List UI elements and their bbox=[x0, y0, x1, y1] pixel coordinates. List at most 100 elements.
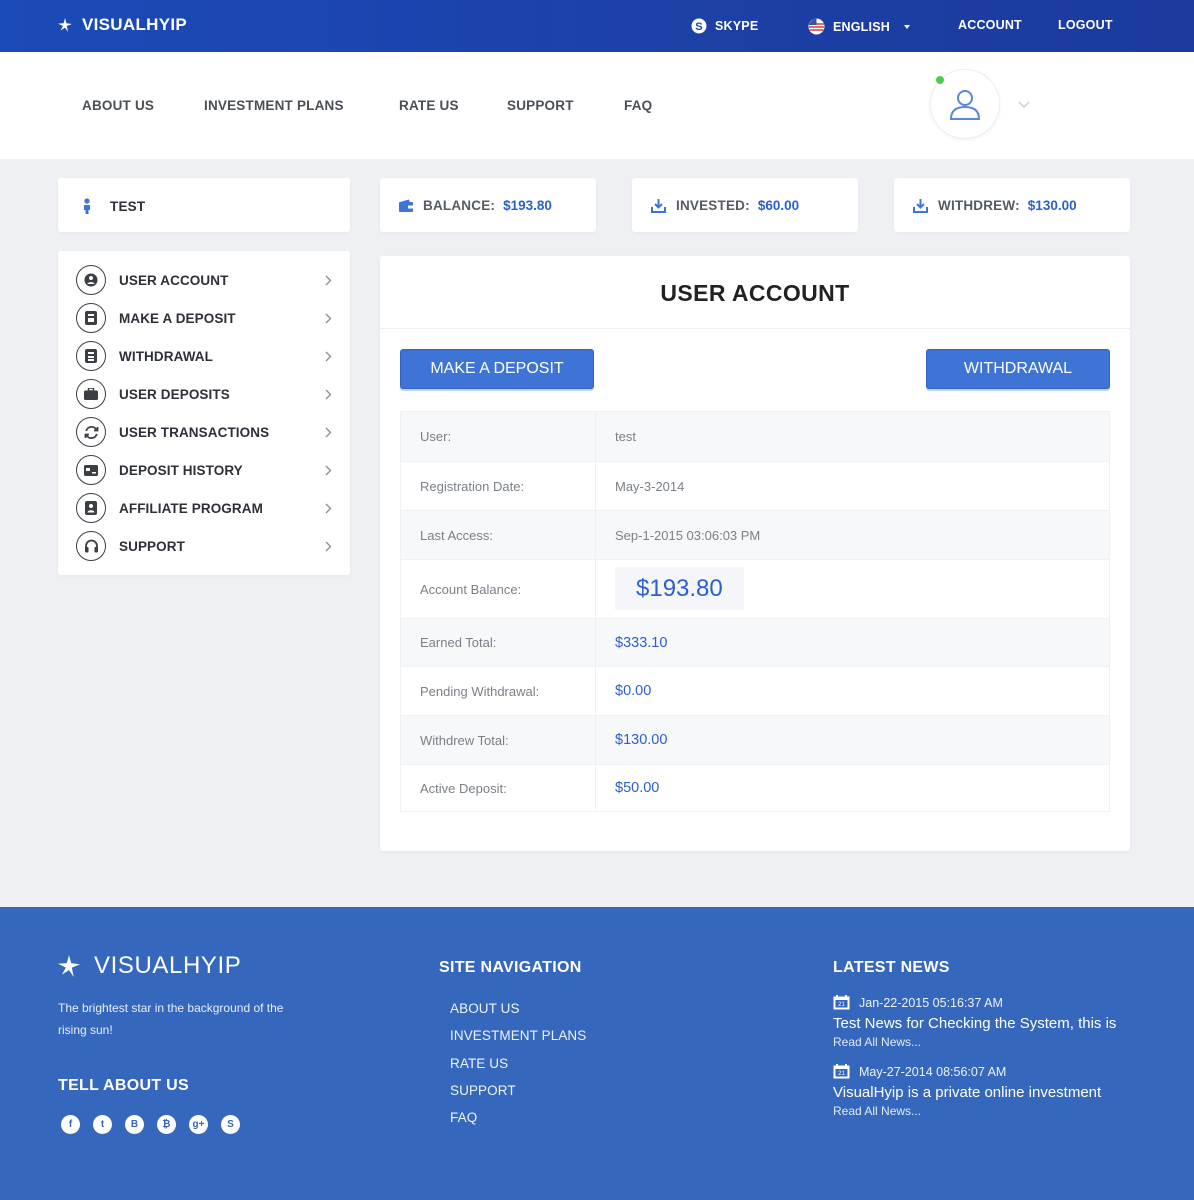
invested-card: INVESTED: $60.00 bbox=[632, 178, 858, 232]
affiliate-icon bbox=[76, 493, 106, 523]
google-plus-icon[interactable]: g+ bbox=[189, 1115, 208, 1134]
svg-text:21: 21 bbox=[838, 1002, 845, 1008]
news-title[interactable]: Test News for Checking the System, this … bbox=[833, 1015, 1163, 1032]
withdrawal-button[interactable]: WITHDRAWAL bbox=[926, 349, 1110, 389]
row-label: Earned Total: bbox=[401, 619, 596, 666]
nav-faq[interactable]: FAQ bbox=[624, 98, 652, 113]
chevron-right-icon bbox=[325, 503, 332, 514]
sidebar-item-label: AFFILIATE PROGRAM bbox=[119, 500, 263, 516]
footer-link-investment-plans[interactable]: INVESTMENT PLANS bbox=[450, 1028, 586, 1055]
facebook-icon[interactable]: f bbox=[61, 1115, 80, 1134]
skype-icon: S bbox=[691, 18, 707, 34]
sidebar-item-user-deposits[interactable]: USER DEPOSITS bbox=[76, 375, 332, 413]
online-status-dot bbox=[936, 76, 944, 84]
row-label: Active Deposit: bbox=[401, 765, 596, 811]
chevron-down-icon[interactable] bbox=[1017, 100, 1031, 109]
table-row: Withdrew Total: $130.00 bbox=[401, 715, 1109, 764]
svg-text:21: 21 bbox=[838, 1071, 845, 1077]
row-label: Account Balance: bbox=[401, 560, 596, 618]
chevron-right-icon bbox=[325, 541, 332, 552]
sidebar-item-withdrawal[interactable]: WITHDRAWAL bbox=[76, 337, 332, 375]
nav-about-us[interactable]: ABOUT US bbox=[82, 98, 154, 113]
chevron-right-icon bbox=[325, 427, 332, 438]
sidebar-item-label: USER DEPOSITS bbox=[119, 386, 230, 402]
us-flag-icon bbox=[808, 18, 825, 35]
sidebar-item-label: USER ACCOUNT bbox=[119, 272, 229, 288]
balance-card: BALANCE: $193.80 bbox=[380, 178, 596, 232]
nav-support[interactable]: SUPPORT bbox=[507, 98, 574, 113]
withdrawal-icon bbox=[76, 341, 106, 371]
refresh-icon bbox=[76, 417, 106, 447]
briefcase-icon bbox=[76, 379, 106, 409]
footer: VISUALHYIP The brightest star in the bac… bbox=[0, 907, 1194, 1200]
read-all-news-link[interactable]: Read All News... bbox=[833, 1104, 1163, 1118]
account-link[interactable]: ACCOUNT bbox=[958, 18, 1022, 32]
user-avatar-icon bbox=[949, 90, 981, 120]
footer-brand[interactable]: VISUALHYIP bbox=[58, 952, 241, 980]
row-value: $130.00 bbox=[615, 732, 668, 748]
twitter-icon[interactable]: t bbox=[93, 1115, 112, 1134]
make-deposit-button[interactable]: MAKE A DEPOSIT bbox=[400, 349, 594, 389]
account-details-table: User: test Registration Date: May-3-2014… bbox=[400, 411, 1110, 812]
footer-tagline: The brightest star in the background of … bbox=[58, 1001, 284, 1037]
main-nav: ABOUT US INVESTMENT PLANS RATE US SUPPOR… bbox=[0, 52, 1194, 159]
balance-value: $193.80 bbox=[503, 198, 552, 213]
user-account-panel: USER ACCOUNT MAKE A DEPOSIT WITHDRAWAL U… bbox=[380, 256, 1130, 851]
wallet-icon bbox=[399, 199, 413, 212]
social-links: f t B ₿ g+ S bbox=[61, 1115, 253, 1134]
account-label: ACCOUNT bbox=[958, 18, 1022, 32]
star-logo-icon bbox=[58, 955, 80, 977]
card-icon bbox=[76, 455, 106, 485]
divider bbox=[380, 328, 1130, 329]
sidebar-item-label: WITHDRAWAL bbox=[119, 348, 213, 364]
chevron-right-icon bbox=[325, 275, 332, 286]
read-all-news-link[interactable]: Read All News... bbox=[833, 1035, 1163, 1049]
row-label: Withdrew Total: bbox=[401, 716, 596, 764]
sidebar-item-affiliate-program[interactable]: AFFILIATE PROGRAM bbox=[76, 489, 332, 527]
person-icon bbox=[82, 198, 92, 214]
chevron-right-icon bbox=[325, 389, 332, 400]
row-value: test bbox=[615, 429, 636, 444]
calendar-icon: 21 bbox=[833, 995, 850, 1010]
language-select[interactable]: ENGLISH bbox=[808, 18, 910, 35]
news-title[interactable]: VisualHyip is a private online investmen… bbox=[833, 1084, 1163, 1101]
blogger-icon[interactable]: B bbox=[125, 1115, 144, 1134]
table-row: Last Access: Sep-1-2015 03:06:03 PM bbox=[401, 510, 1109, 559]
site-navigation-heading: SITE NAVIGATION bbox=[439, 959, 582, 976]
chevron-right-icon bbox=[325, 465, 332, 476]
sidebar-item-label: USER TRANSACTIONS bbox=[119, 424, 270, 440]
footer-link-support[interactable]: SUPPORT bbox=[450, 1083, 586, 1110]
footer-link-faq[interactable]: FAQ bbox=[450, 1110, 586, 1137]
row-value: $333.10 bbox=[615, 634, 668, 651]
sidebar-item-make-a-deposit[interactable]: MAKE A DEPOSIT bbox=[76, 299, 332, 337]
latest-news-heading: LATEST NEWS bbox=[833, 959, 950, 976]
logout-link[interactable]: LOGOUT bbox=[1058, 18, 1113, 32]
row-label: Pending Withdrawal: bbox=[401, 667, 596, 715]
table-row: Pending Withdrawal: $0.00 bbox=[401, 666, 1109, 715]
nav-rate-us[interactable]: RATE US bbox=[399, 98, 459, 113]
sidebar-item-support[interactable]: SUPPORT bbox=[76, 527, 332, 565]
nav-investment-plans[interactable]: INVESTMENT PLANS bbox=[204, 98, 344, 113]
chevron-right-icon bbox=[325, 351, 332, 362]
brand-logo[interactable]: VISUALHYIP bbox=[58, 15, 187, 35]
table-row: Active Deposit: $50.00 bbox=[401, 764, 1109, 811]
sidebar-item-label: DEPOSIT HISTORY bbox=[119, 462, 243, 478]
balance-label: BALANCE: bbox=[423, 198, 496, 213]
bitcoin-icon[interactable]: ₿ bbox=[157, 1115, 176, 1134]
sidebar-item-user-account[interactable]: USER ACCOUNT bbox=[76, 261, 332, 299]
skype-link[interactable]: S SKYPE bbox=[691, 18, 758, 34]
user-icon bbox=[76, 265, 106, 295]
news-item: 21 May-27-2014 08:56:07 AM VisualHyip is… bbox=[833, 1064, 1163, 1118]
brand-name: VISUALHYIP bbox=[82, 15, 188, 34]
logout-label: LOGOUT bbox=[1058, 18, 1113, 32]
skype-icon[interactable]: S bbox=[221, 1115, 240, 1134]
news-item: 21 Jan-22-2015 05:16:37 AM Test News for… bbox=[833, 995, 1163, 1049]
footer-link-rate-us[interactable]: RATE US bbox=[450, 1056, 586, 1083]
sidebar-item-user-transactions[interactable]: USER TRANSACTIONS bbox=[76, 413, 332, 451]
row-label: User: bbox=[401, 412, 596, 461]
footer-link-about-us[interactable]: ABOUT US bbox=[450, 1001, 586, 1028]
sidebar-item-deposit-history[interactable]: DEPOSIT HISTORY bbox=[76, 451, 332, 489]
svg-text:S: S bbox=[695, 21, 703, 33]
sidebar-item-label: SUPPORT bbox=[119, 538, 185, 554]
invested-label: INVESTED: bbox=[676, 198, 750, 213]
